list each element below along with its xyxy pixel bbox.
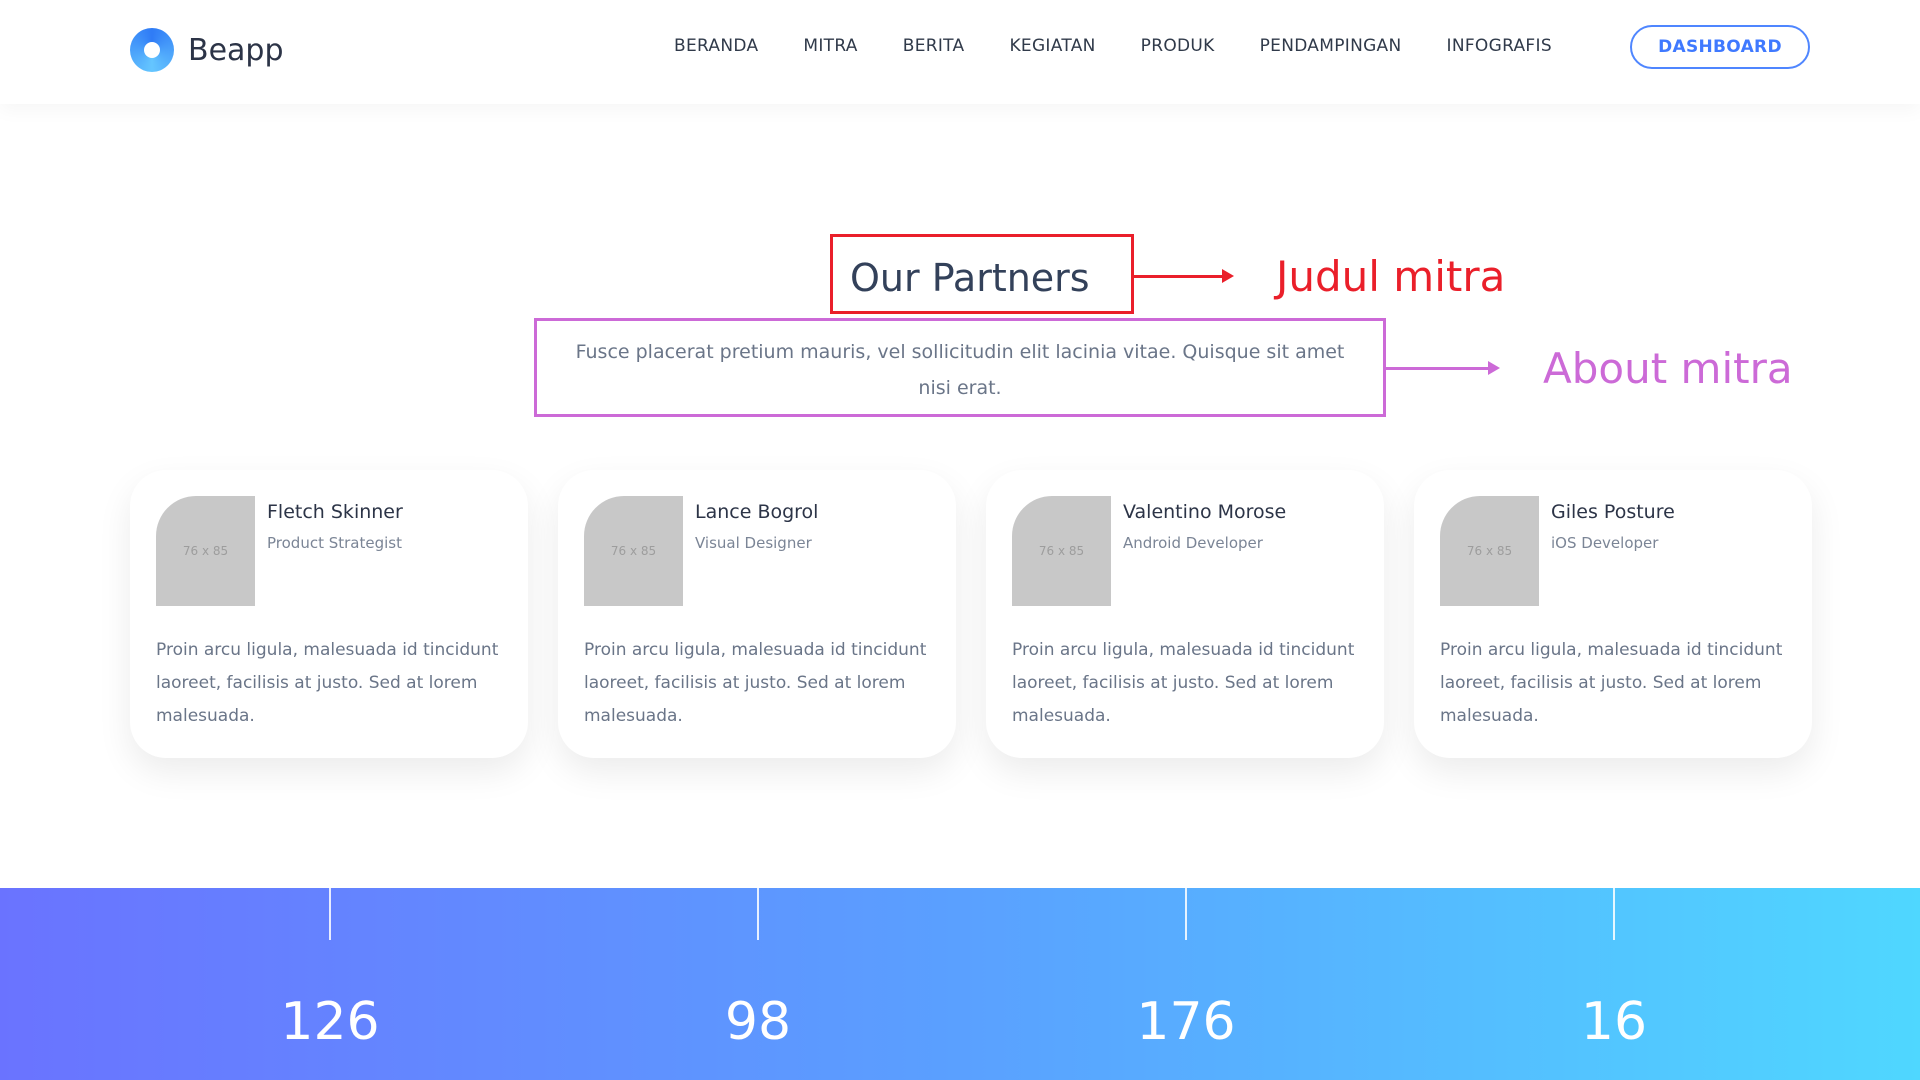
logo[interactable]: Beapp — [130, 28, 284, 72]
partner-card: 76 x 85 Lance Bogrol Visual Designer Pro… — [558, 470, 956, 758]
partner-card: 76 x 85 Fletch Skinner Product Strategis… — [130, 470, 528, 758]
stat-value: 126 — [280, 992, 380, 1052]
dashboard-button[interactable]: DASHBOARD — [1630, 25, 1810, 69]
avatar-size-label: 76 x 85 — [610, 544, 657, 558]
partner-description: Proin arcu ligula, malesuada id tincidun… — [1012, 640, 1355, 726]
stat-value: 176 — [1136, 992, 1236, 1052]
nav-item-infografis[interactable]: INFOGRAFIS — [1447, 36, 1552, 56]
partner-description: Proin arcu ligula, malesuada id tincidun… — [584, 640, 927, 726]
main-nav: BERANDA MITRA BERITA KEGIATAN PRODUK PEN… — [674, 36, 1552, 56]
annotation-label-title: Judul mitra — [1276, 252, 1506, 301]
partner-card: 76 x 85 Valentino Morose Android Develop… — [986, 470, 1384, 758]
avatar-size-label: 76 x 85 — [1466, 544, 1513, 558]
partner-name: Fletch Skinner — [267, 501, 403, 523]
partner-card: 76 x 85 Giles Posture iOS Developer Proi… — [1414, 470, 1812, 758]
stat-value: 98 — [724, 992, 792, 1052]
stats-band: 126 98 176 16 — [0, 888, 1920, 1080]
avatar-size-label: 76 x 85 — [182, 544, 229, 558]
stat-divider — [1185, 888, 1187, 940]
nav-item-pendampingan[interactable]: PENDAMPINGAN — [1260, 36, 1402, 56]
logo-text: Beapp — [188, 32, 284, 68]
stat-divider — [1613, 888, 1615, 940]
avatar: 76 x 85 — [1012, 496, 1111, 606]
partner-name: Valentino Morose — [1123, 501, 1287, 523]
partner-name: Giles Posture — [1551, 501, 1675, 523]
annotation-label-about: About mitra — [1543, 344, 1793, 393]
partner-description: Proin arcu ligula, malesuada id tincidun… — [1440, 640, 1783, 726]
annotation-box-title — [830, 234, 1134, 314]
nav-item-beranda[interactable]: BERANDA — [674, 36, 758, 56]
annotation-arrow-title — [1134, 269, 1234, 283]
stat-value: 16 — [1580, 992, 1648, 1052]
partner-description: Proin arcu ligula, malesuada id tincidun… — [156, 640, 499, 726]
avatar-size-label: 76 x 85 — [1038, 544, 1085, 558]
partner-role: Visual Designer — [695, 534, 812, 552]
nav-item-kegiatan[interactable]: KEGIATAN — [1009, 36, 1095, 56]
stat-divider — [329, 888, 331, 940]
stat-divider — [757, 888, 759, 940]
partner-role: Product Strategist — [267, 534, 402, 552]
partner-role: Android Developer — [1123, 534, 1263, 552]
avatar: 76 x 85 — [584, 496, 683, 606]
avatar: 76 x 85 — [1440, 496, 1539, 606]
logo-icon — [130, 28, 174, 72]
partner-name: Lance Bogrol — [695, 501, 819, 523]
annotation-box-about — [534, 318, 1386, 417]
nav-item-mitra[interactable]: MITRA — [803, 36, 857, 56]
avatar: 76 x 85 — [156, 496, 255, 606]
annotation-arrow-about — [1386, 361, 1500, 375]
nav-item-berita[interactable]: BERITA — [903, 36, 965, 56]
site-header: Beapp BERANDA MITRA BERITA KEGIATAN PROD… — [0, 0, 1920, 104]
nav-item-produk[interactable]: PRODUK — [1141, 36, 1215, 56]
partner-role: iOS Developer — [1551, 534, 1659, 552]
